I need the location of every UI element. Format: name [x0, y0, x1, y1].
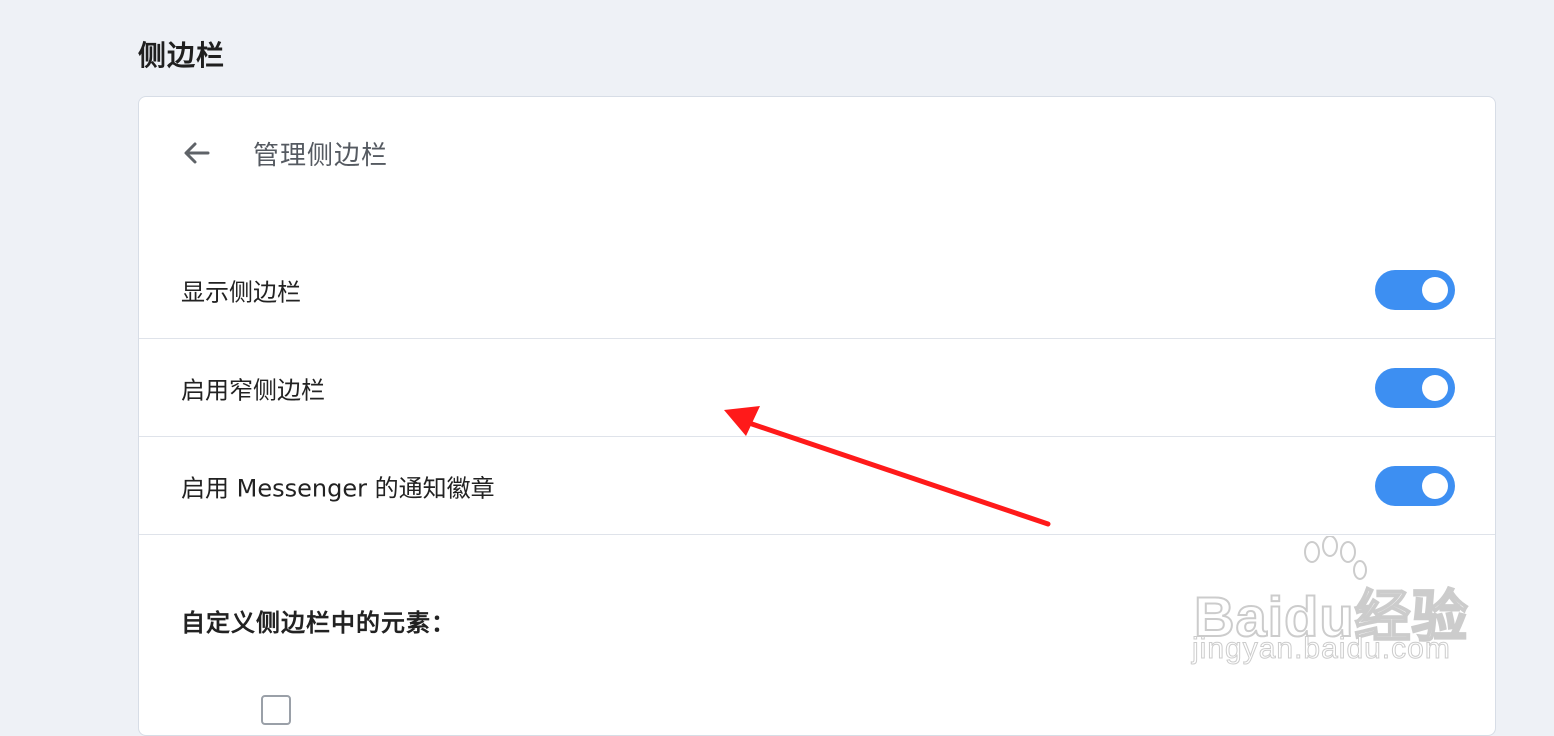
- section-title: 侧边栏: [138, 39, 226, 72]
- setting-label: 显示侧边栏: [181, 278, 301, 306]
- manage-sidebar-card: 管理侧边栏 显示侧边栏 启用窄侧边栏 启用 Messenger 的通知徽章 自定…: [138, 96, 1496, 736]
- messenger-badge-toggle[interactable]: [1375, 465, 1455, 506]
- setting-label: 启用窄侧边栏: [181, 376, 325, 404]
- customize-heading: 自定义侧边栏中的元素：: [181, 609, 456, 637]
- setting-row-show-sidebar: 显示侧边栏: [139, 241, 1495, 339]
- toggle-knob: [1422, 472, 1448, 499]
- toggle-knob: [1422, 276, 1448, 303]
- element-checkbox[interactable]: [261, 695, 291, 725]
- setting-label: 启用 Messenger 的通知徽章: [181, 474, 495, 502]
- setting-row-narrow-sidebar: 启用窄侧边栏: [139, 339, 1495, 437]
- back-button[interactable]: [177, 135, 217, 175]
- show-sidebar-toggle[interactable]: [1375, 269, 1455, 310]
- page-title: 管理侧边栏: [253, 141, 389, 171]
- arrow-left-icon: [181, 137, 213, 173]
- setting-row-messenger-badge: 启用 Messenger 的通知徽章: [139, 437, 1495, 535]
- toggle-knob: [1422, 374, 1448, 401]
- narrow-sidebar-toggle[interactable]: [1375, 367, 1455, 408]
